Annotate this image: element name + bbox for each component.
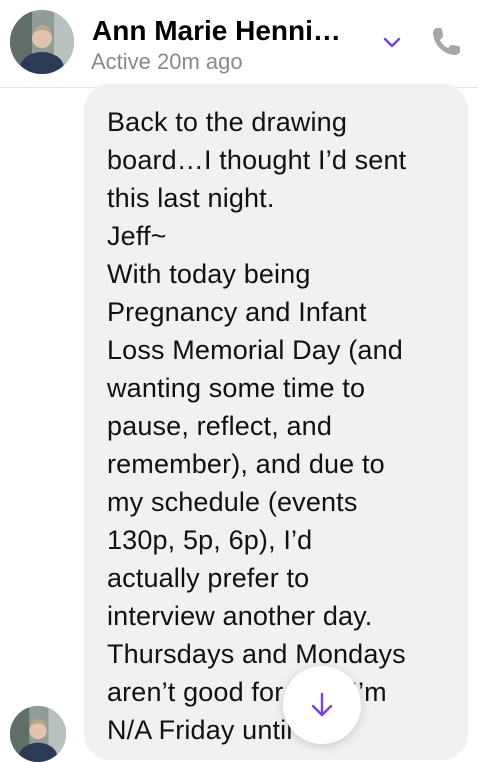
message-line: wanting some time to [107, 373, 366, 403]
message-line: Jeff~ [107, 221, 167, 251]
message-line: remember), and due to [107, 449, 385, 479]
message-line: actually prefer to [107, 563, 310, 593]
message-line: my schedule (events [107, 487, 358, 517]
contact-avatar-image [10, 10, 74, 74]
message-line: Pregnancy and Infant [107, 297, 367, 327]
message-line: this last night. [107, 183, 275, 213]
chevron-down-icon[interactable] [380, 30, 404, 54]
contact-name[interactable]: Ann Marie Henni… [92, 14, 362, 48]
sender-avatar[interactable] [10, 706, 66, 762]
message-line: pause, reflect, and [107, 411, 332, 441]
phone-icon[interactable] [428, 24, 464, 60]
message-bubble[interactable]: Back to the drawing board…I thought I’d s… [84, 84, 468, 760]
sender-avatar-image [10, 706, 66, 762]
active-status: Active 20m ago [91, 49, 243, 74]
message-line: Back to the drawing [107, 107, 347, 137]
chat-header: Ann Marie Henni… Active 20m ago [0, 0, 478, 88]
message-line: With today being [107, 259, 311, 289]
message-line: aren’t good for you. I’m [107, 677, 387, 707]
message-text: Back to the drawing board…I thought I’d s… [107, 103, 452, 749]
message-line: board…I thought I’d sent [107, 145, 407, 175]
message-line: N/A Friday until 30- [107, 715, 340, 745]
message-line: interview another day. [107, 601, 373, 631]
contact-avatar[interactable] [10, 10, 74, 74]
message-line: Loss Memorial Day (and [107, 335, 403, 365]
scroll-to-bottom-button[interactable] [283, 666, 361, 744]
message-line: Thursdays and Mondays [107, 639, 406, 669]
message-line: 130p, 5p, 6p), I’d [107, 525, 313, 555]
arrow-down-icon [311, 692, 333, 717]
chat-screen: Ann Marie Henni… Active 20m ago Back to … [0, 0, 478, 762]
